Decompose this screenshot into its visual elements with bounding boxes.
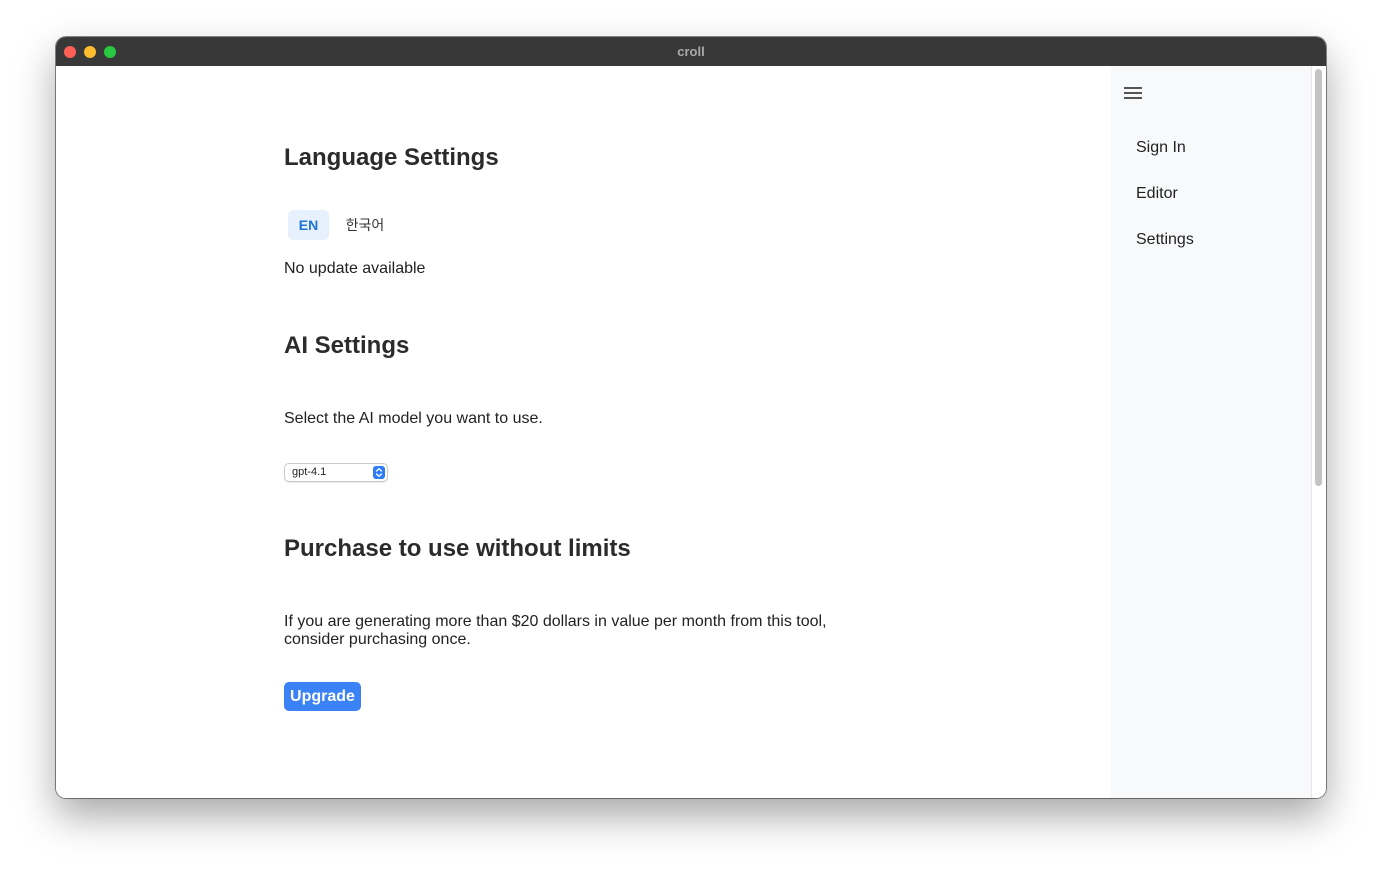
content-area: Language Settings EN 한국어 No update avail… — [56, 66, 1326, 798]
hamburger-menu-icon[interactable] — [1124, 87, 1142, 101]
update-status-text: No update available — [284, 260, 426, 277]
purchase-title: Purchase to use without limits — [284, 535, 631, 562]
app-window: croll Language Settings EN 한국어 No update… — [56, 37, 1326, 798]
scrollbar-thumb[interactable] — [1315, 69, 1322, 486]
upgrade-button[interactable]: Upgrade — [284, 682, 361, 711]
language-settings-title: Language Settings — [284, 144, 499, 171]
sidebar: Sign In Editor Settings — [1111, 66, 1312, 798]
purchase-description-line1: If you are generating more than $20 doll… — [284, 613, 827, 630]
ai-model-description: Select the AI model you want to use. — [284, 410, 543, 427]
ai-model-selected-value: gpt-4.1 — [292, 466, 327, 478]
ai-settings-title: AI Settings — [284, 332, 410, 359]
language-en-button[interactable]: EN — [288, 210, 329, 240]
language-korean-button[interactable]: 한국어 — [343, 210, 387, 240]
ai-model-select[interactable]: gpt-4.1 — [284, 463, 388, 482]
sidebar-item-settings[interactable]: Settings — [1136, 231, 1194, 249]
title-bar: croll — [56, 37, 1326, 67]
window-title: croll — [677, 44, 705, 59]
vertical-scrollbar[interactable] — [1312, 66, 1326, 798]
sidebar-item-editor[interactable]: Editor — [1136, 185, 1178, 203]
purchase-description-line2: consider purchasing once. — [284, 631, 471, 648]
settings-panel: Language Settings EN 한국어 No update avail… — [56, 66, 1111, 798]
chevron-up-down-icon — [373, 466, 385, 479]
sidebar-item-sign-in[interactable]: Sign In — [1136, 139, 1186, 157]
